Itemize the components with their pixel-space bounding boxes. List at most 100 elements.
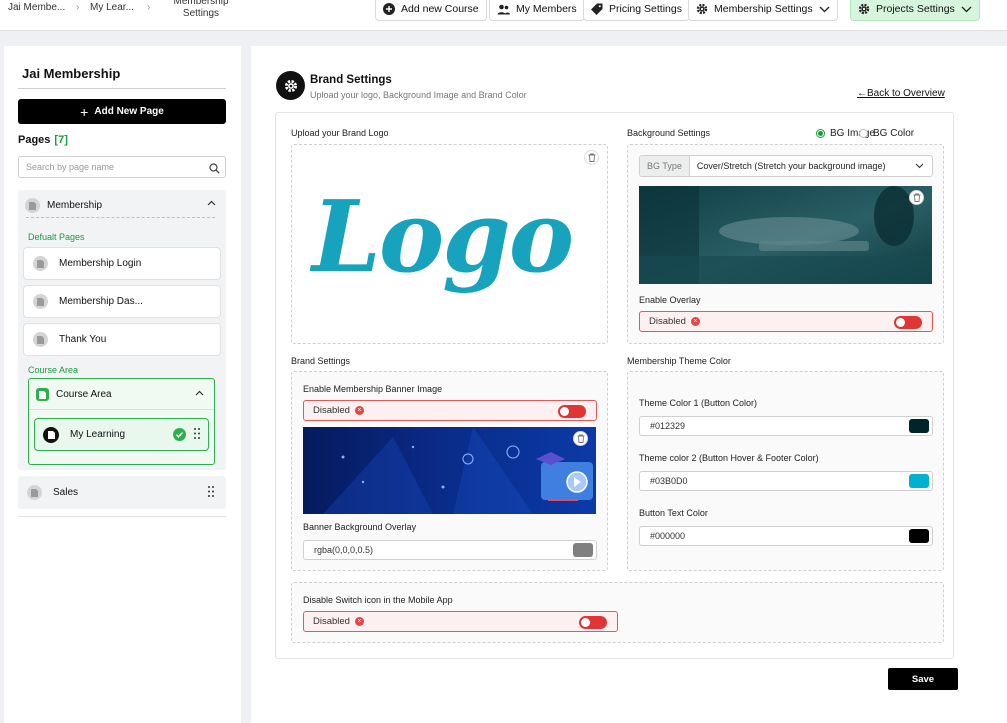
add-new-page-button[interactable]: + Add New Page bbox=[18, 99, 226, 124]
top-bar: Jai Membe... › My Lear... › Membership S… bbox=[0, 0, 1007, 31]
gear-icon bbox=[696, 3, 708, 15]
add-new-course-button[interactable]: Add new Course bbox=[375, 0, 487, 21]
theme-color-box: Theme Color 1 (Button Color) #012329 The… bbox=[627, 371, 944, 571]
page-group-sales[interactable]: Sales bbox=[18, 476, 226, 509]
brand-logo-image: Logo bbox=[312, 180, 574, 295]
button-text-color-label: Button Text Color bbox=[639, 508, 708, 518]
pages-heading: Pages [7] bbox=[18, 134, 68, 146]
breadcrumb-separator-icon: › bbox=[76, 2, 80, 13]
theme-color-1-input[interactable]: #012329 bbox=[639, 416, 933, 436]
page-item-thank-you[interactable]: Thank You bbox=[23, 323, 221, 356]
projects-settings-dropdown[interactable]: Projects Settings bbox=[850, 0, 980, 21]
sales-label: Sales bbox=[53, 487, 79, 498]
background-settings-label: Background Settings bbox=[627, 128, 711, 138]
back-to-overview-link[interactable]: ←Back to Overview bbox=[857, 88, 945, 99]
banner-switch[interactable] bbox=[558, 405, 586, 418]
page-icon bbox=[33, 332, 48, 347]
membership-group-header[interactable]: Membership bbox=[25, 198, 102, 213]
page-item-membership-dashboard[interactable]: Membership Das... bbox=[23, 285, 221, 318]
page-item-membership-login[interactable]: Membership Login bbox=[23, 247, 221, 280]
radio-unselected-icon bbox=[859, 129, 868, 138]
breadcrumb-item-2[interactable]: My Lear... bbox=[90, 2, 134, 13]
bg-color-label: BG Color bbox=[873, 128, 915, 139]
mobile-switch-toggle-field: Disabled × bbox=[303, 611, 618, 632]
drag-handle-icon[interactable] bbox=[194, 428, 200, 442]
button-text-color-swatch[interactable] bbox=[909, 529, 929, 543]
page-icon bbox=[27, 485, 42, 500]
banner-status: Disabled bbox=[313, 405, 350, 416]
overlay-color-swatch[interactable] bbox=[573, 543, 593, 557]
course-area-group: Course Area My Learning bbox=[28, 378, 215, 465]
radio-selected-icon bbox=[816, 129, 825, 138]
overlay-toggle-field: Disabled × bbox=[639, 311, 933, 332]
course-area-label: Course Area bbox=[56, 389, 112, 400]
chevron-up-icon[interactable] bbox=[195, 388, 204, 399]
page-search-input[interactable]: Search by page name bbox=[18, 156, 226, 178]
chevron-down-icon bbox=[915, 161, 932, 171]
logo-upload-area[interactable]: Logo bbox=[291, 144, 608, 344]
theme-color-1-label: Theme Color 1 (Button Color) bbox=[639, 398, 758, 408]
overlay-switch[interactable] bbox=[894, 316, 922, 329]
plus-circle-icon bbox=[383, 3, 395, 15]
divider bbox=[18, 516, 226, 517]
page-item-label: Membership Das... bbox=[59, 296, 143, 307]
save-button[interactable]: Save bbox=[888, 668, 958, 690]
theme-color-1-value: #012329 bbox=[650, 421, 686, 431]
my-members-button[interactable]: My Members bbox=[489, 0, 585, 21]
plus-icon: + bbox=[80, 103, 89, 120]
tag-icon bbox=[591, 3, 603, 15]
book-icon bbox=[43, 426, 59, 443]
gear-icon bbox=[858, 3, 870, 15]
brand-settings-label: Brand Settings bbox=[291, 356, 351, 366]
banner-image-preview bbox=[303, 427, 596, 514]
x-circle-icon: × bbox=[354, 406, 364, 415]
background-image-preview bbox=[639, 186, 932, 284]
arrow-left-icon: ← bbox=[857, 88, 867, 99]
theme-color-2-input[interactable]: #03B0D0 bbox=[639, 471, 933, 491]
page-icon bbox=[33, 294, 48, 309]
theme-color-2-swatch[interactable] bbox=[909, 474, 929, 488]
breadcrumb-item-1[interactable]: Jai Membe... bbox=[8, 2, 65, 13]
trash-icon[interactable] bbox=[584, 150, 599, 165]
membership-title: Jai Membership bbox=[22, 66, 121, 81]
chevron-up-icon[interactable] bbox=[207, 198, 216, 209]
mobile-switch[interactable] bbox=[579, 616, 607, 629]
bg-color-radio[interactable]: BG Color bbox=[859, 128, 914, 139]
drag-handle-icon[interactable] bbox=[208, 486, 214, 500]
button-text-color-input[interactable]: #000000 bbox=[639, 526, 933, 546]
membership-page-group: Membership Defualt Pages Membership Logi… bbox=[18, 190, 226, 470]
sidebar: Jai Membership + Add New Page Pages [7] S… bbox=[4, 46, 241, 723]
back-to-overview-label: Back to Overview bbox=[867, 88, 945, 99]
page-title: Brand Settings bbox=[310, 74, 392, 86]
page-subtitle: Upload your logo, Background Image and B… bbox=[310, 90, 527, 100]
background-settings-box: BG Type Cover/Stretch (Stretch your back… bbox=[627, 144, 944, 344]
page-item-my-learning[interactable]: My Learning bbox=[34, 418, 209, 451]
banner-overlay-label: Banner Background Overlay bbox=[303, 522, 417, 532]
page-item-label: My Learning bbox=[70, 429, 126, 440]
search-placeholder: Search by page name bbox=[26, 162, 115, 172]
pricing-settings-label: Pricing Settings bbox=[609, 3, 682, 15]
banner-overlay-value: rgba(0,0,0,0.5) bbox=[314, 545, 374, 555]
theme-color-1-swatch[interactable] bbox=[909, 419, 929, 433]
x-circle-icon: × bbox=[354, 617, 364, 626]
theme-color-label: Membership Theme Color bbox=[627, 356, 731, 366]
my-members-label: My Members bbox=[516, 3, 577, 15]
search-icon[interactable] bbox=[209, 161, 220, 181]
course-area-header[interactable]: Course Area bbox=[36, 388, 112, 401]
pricing-settings-button[interactable]: Pricing Settings bbox=[583, 0, 690, 21]
banner-overlay-input[interactable]: rgba(0,0,0,0.5) bbox=[303, 540, 597, 560]
bg-type-select[interactable]: BG Type Cover/Stretch (Stretch your back… bbox=[639, 155, 933, 177]
logo-upload-label: Upload your Brand Logo bbox=[291, 128, 389, 138]
x-circle-icon: × bbox=[690, 317, 700, 326]
membership-settings-dropdown[interactable]: Membership Settings bbox=[688, 0, 838, 21]
breadcrumb-item-current: Membership Settings bbox=[173, 0, 229, 19]
course-icon bbox=[36, 388, 49, 401]
pages-label: Pages bbox=[18, 134, 51, 146]
trash-icon[interactable] bbox=[909, 190, 924, 205]
mobile-switch-label: Disable Switch icon in the Mobile App bbox=[303, 595, 453, 605]
brand-settings-card: Upload your Brand Logo Logo Background S… bbox=[275, 112, 954, 659]
trash-icon[interactable] bbox=[573, 431, 588, 446]
chevron-down-icon bbox=[819, 6, 830, 13]
course-area-section-label: Course Area bbox=[28, 365, 79, 375]
brand-settings-box: Enable Membership Banner Image Disabled … bbox=[291, 371, 608, 571]
